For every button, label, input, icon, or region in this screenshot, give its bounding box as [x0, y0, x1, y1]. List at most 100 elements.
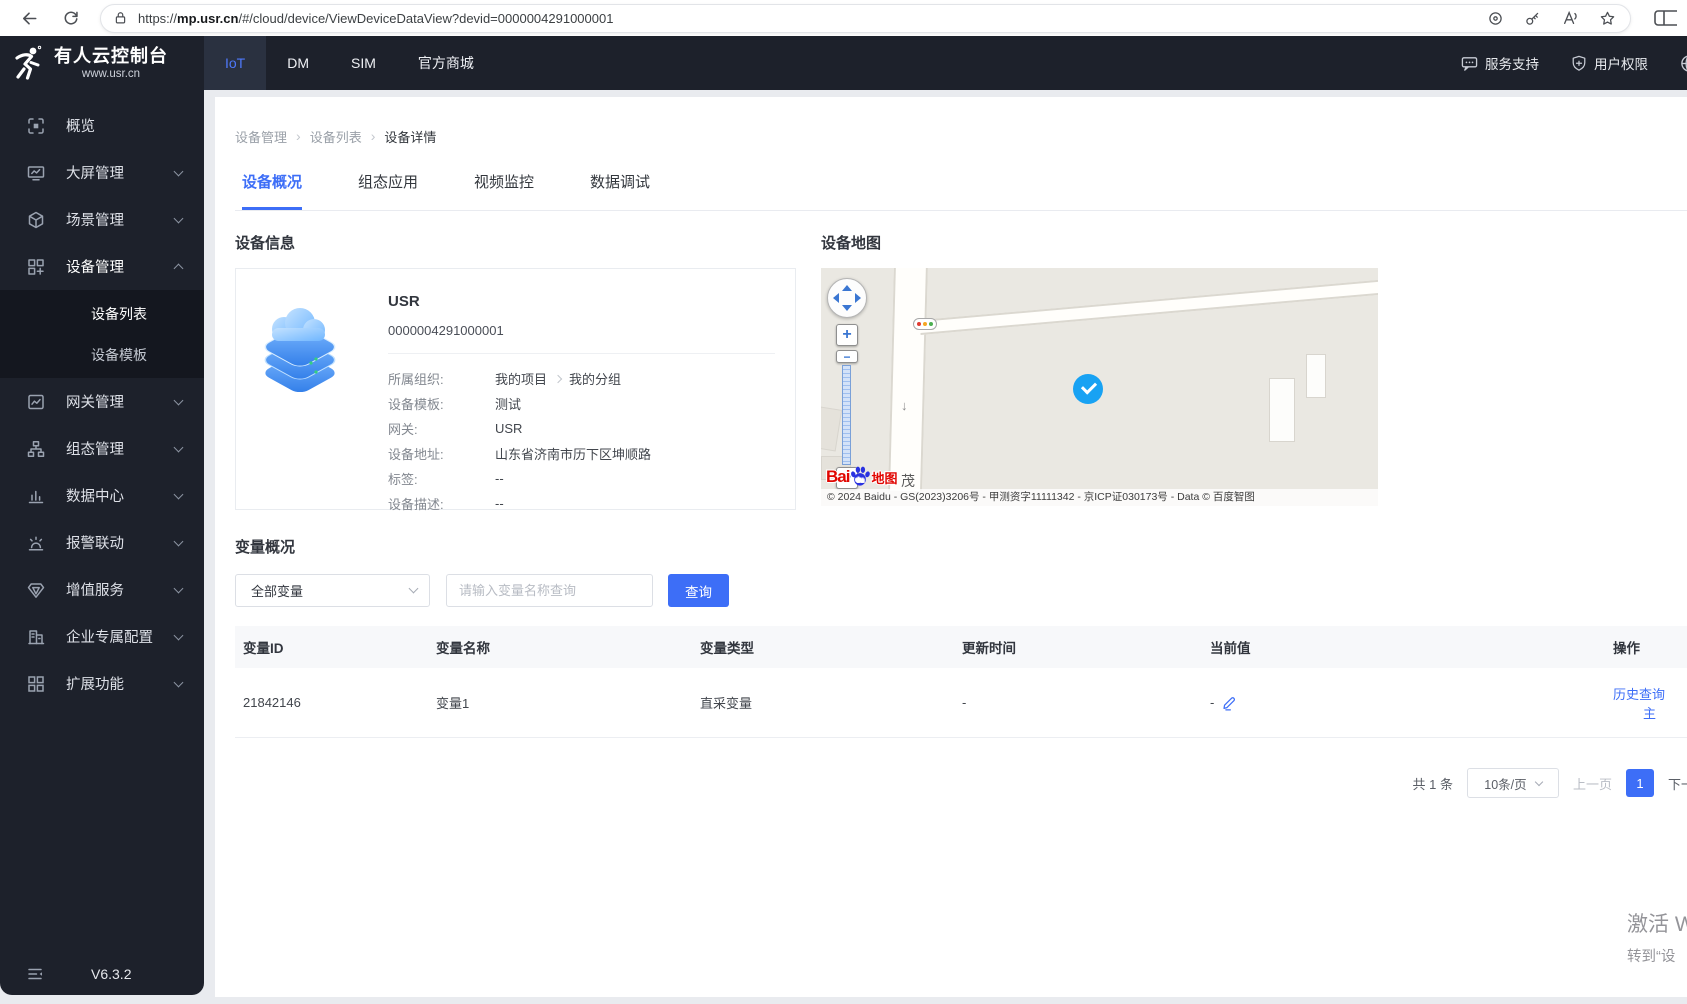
nav-tab-mall[interactable]: 官方商城 [397, 36, 495, 90]
road-direction-arrow: ↓ [901, 398, 908, 413]
device-id: 0000004291000001 [388, 323, 504, 338]
zoom-slider-handle[interactable]: − [836, 350, 858, 363]
breadcrumb-separator: › [370, 127, 376, 144]
sidebar-item-data-center[interactable]: 数据中心 [0, 472, 204, 519]
table-row: 21842146 变量1 直采变量 - - 历史查询 主 [235, 668, 1687, 738]
address-bar[interactable]: https://mp.usr.cn/#/cloud/device/ViewDev… [100, 3, 1631, 33]
bar-chart-icon [28, 490, 44, 503]
field-org: 所属组织: 我的项目 我的分组 [388, 372, 622, 387]
col-variable-name: 变量名称 [436, 641, 490, 656]
refresh-icon[interactable] [58, 5, 84, 31]
read-aloud-icon[interactable] [1561, 10, 1579, 26]
password-key-icon[interactable] [1524, 10, 1541, 27]
top-navbar: 有人云控制台 www.usr.cn IoT DM SIM 官方商城 服务支持 用… [0, 36, 1687, 90]
sidebar-item-scene-mgmt[interactable]: 场景管理 [0, 196, 204, 243]
tab-data-debug[interactable]: 数据调试 [590, 171, 650, 210]
sidebar-item-device-mgmt[interactable]: 设备管理 [0, 243, 204, 290]
table-header-row: 变量ID 变量名称 变量类型 更新时间 当前值 操作 [235, 626, 1687, 668]
location-icon[interactable] [1487, 10, 1504, 27]
variable-type-value: 全部变量 [251, 584, 304, 599]
map-attribution: © 2024 Baidu - GS(2023)3206号 - 甲测资字11111… [821, 489, 1378, 506]
history-query-link[interactable]: 历史查询 [1613, 687, 1665, 702]
breadcrumb-device-mgmt[interactable]: 设备管理 [235, 127, 287, 146]
col-variable-id: 变量ID [243, 641, 284, 656]
sidebar-item-enterprise-config[interactable]: 企业专属配置 [0, 613, 204, 660]
overview-frame-icon [28, 117, 44, 134]
submenu-item-device-template[interactable]: 设备模板 [0, 334, 204, 375]
chevron-down-icon [173, 677, 184, 687]
collapse-sidebar-icon[interactable] [26, 965, 44, 983]
service-support-link[interactable]: 服务支持 [1461, 53, 1539, 73]
chevron-down-icon [173, 583, 184, 593]
shield-badge-icon [1571, 55, 1587, 72]
big-screen-icon [27, 165, 45, 181]
sidebar-item-gateway-mgmt[interactable]: 网关管理 [0, 378, 204, 425]
breadcrumb-device-list[interactable]: 设备列表 [310, 127, 362, 146]
brand-logo[interactable]: 有人云控制台 www.usr.cn [0, 36, 204, 90]
sidebar-item-label: 增值服务 [66, 583, 124, 599]
tab-config-app[interactable]: 组态应用 [358, 171, 418, 210]
nav-tab-sim[interactable]: SIM [330, 36, 397, 90]
lock-icon[interactable] [113, 10, 128, 26]
device-info-card: USR 0000004291000001 所属组织: 我的项目 我的分组 设备模板… [235, 268, 796, 512]
submenu-item-device-list[interactable]: 设备列表 [0, 293, 204, 334]
split-screen-icon[interactable] [1653, 8, 1677, 28]
cell-variable-type: 直采变量 [700, 696, 753, 711]
col-current-value: 当前值 [1210, 641, 1251, 656]
usr-person-logo-icon [13, 45, 45, 81]
map-road-diagonal [919, 278, 1378, 335]
device-grid-icon [28, 258, 44, 275]
cell-update-time: - [962, 695, 967, 710]
sidebar-item-label: 数据中心 [66, 489, 124, 505]
brand-title: 有人云控制台 [54, 46, 168, 66]
pan-left-icon[interactable] [833, 293, 839, 303]
baidu-map[interactable]: + − − ↓ 茂 Bai du 地图 © 2024 Baidu - GS(20… [821, 268, 1378, 506]
back-icon[interactable] [16, 5, 42, 31]
next-page-button[interactable]: 下一页 [1668, 774, 1687, 793]
sidebar-item-label: 扩展功能 [66, 677, 124, 693]
current-page-button[interactable]: 1 [1625, 769, 1654, 797]
sidebar-item-label: 设备管理 [66, 260, 124, 276]
pan-up-icon[interactable] [842, 285, 852, 291]
org-chart-icon [27, 440, 45, 457]
tab-device-overview[interactable]: 设备概况 [242, 171, 303, 210]
variable-search-input[interactable] [446, 574, 653, 607]
prev-page-button[interactable]: 上一页 [1573, 774, 1612, 793]
baidu-maps-logo[interactable]: Bai du 地图 [826, 465, 897, 487]
chevron-down-icon [173, 395, 184, 405]
variable-type-select[interactable]: 全部变量 [235, 574, 430, 607]
sidebar-item-extensions[interactable]: 扩展功能 [0, 660, 204, 707]
favorite-star-icon[interactable] [1599, 10, 1616, 27]
device-location-marker[interactable] [1073, 374, 1103, 404]
chevron-down-icon [173, 442, 184, 452]
sidebar: 概览 大屏管理 场景管理 设备管理 设备列表 设备模板 网关管理 组态管理 数据… [0, 90, 204, 995]
map-building [1269, 378, 1295, 442]
page-size-select[interactable]: 10条/页 [1466, 768, 1559, 798]
user-permission-link[interactable]: 用户权限 [1571, 53, 1648, 73]
device-illustration [264, 308, 336, 393]
gem-icon [27, 582, 45, 598]
map-pan-control[interactable] [827, 278, 867, 318]
pan-down-icon[interactable] [842, 305, 852, 311]
sidebar-item-value-added[interactable]: 增值服务 [0, 566, 204, 613]
clipped-action-link[interactable]: 主 [1643, 706, 1656, 721]
pan-right-icon[interactable] [855, 293, 861, 303]
sidebar-item-screen-mgmt[interactable]: 大屏管理 [0, 149, 204, 196]
query-button[interactable]: 查询 [668, 574, 729, 607]
tab-video-monitor[interactable]: 视频监控 [474, 171, 534, 210]
edit-pencil-icon[interactable] [1221, 695, 1237, 711]
zoom-in-button[interactable]: + [836, 324, 858, 346]
field-template: 设备模板: 测试 [388, 397, 522, 412]
nav-tab-dm[interactable]: DM [266, 36, 330, 90]
sidebar-item-config-mgmt[interactable]: 组态管理 [0, 425, 204, 472]
nav-tab-iot[interactable]: IoT [204, 36, 267, 90]
sidebar-item-overview[interactable]: 概览 [0, 102, 204, 149]
chevron-down-icon [173, 166, 184, 176]
url-text[interactable]: https://mp.usr.cn/#/cloud/device/ViewDev… [138, 11, 1477, 26]
breadcrumb-separator: › [296, 127, 301, 144]
sidebar-item-alarm-linkage[interactable]: 报警联动 [0, 519, 204, 566]
gateway-chart-icon [28, 394, 44, 409]
zoom-slider-track[interactable] [842, 365, 851, 465]
language-globe-icon[interactable] [1680, 54, 1687, 73]
product-tabs: IoT DM SIM 官方商城 [204, 36, 495, 90]
